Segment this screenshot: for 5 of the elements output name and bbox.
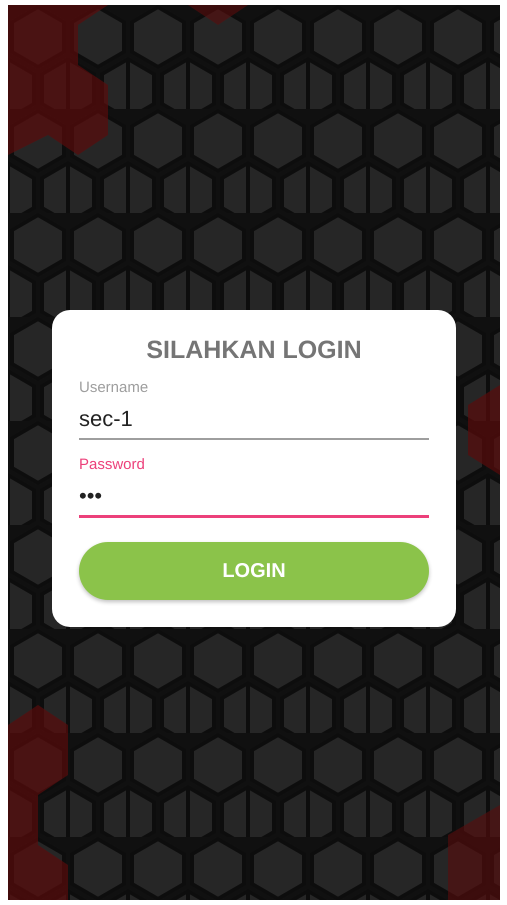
field-label: Password	[79, 456, 145, 473]
login-title: SILAHKAN LOGIN	[145, 336, 363, 365]
field-label: Username	[79, 379, 148, 396]
input-field[interactable]: sec-1	[79, 396, 429, 440]
input-field[interactable]: •••	[79, 473, 429, 518]
